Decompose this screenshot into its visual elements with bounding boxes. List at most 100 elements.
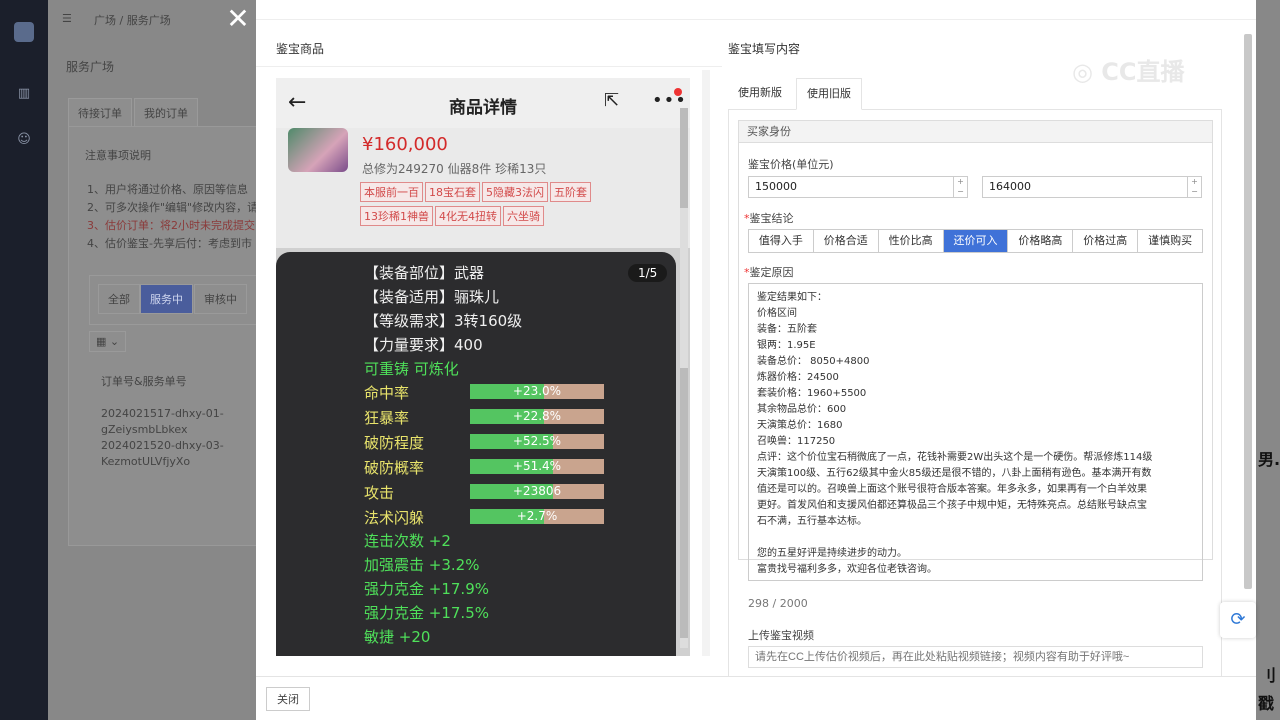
char-count: 298 / 2000 [748, 597, 808, 610]
buyer-group-title: 买家身份 [739, 121, 1212, 143]
reason-line: 套装价格：1960+5500 [757, 388, 867, 399]
stat-bar: +52.5% [470, 434, 604, 449]
stream-watermark: ◎ CC直播 [1072, 52, 1185, 87]
attr-line: 可重铸 可炼化 [364, 360, 459, 378]
tab-pending-orders: 待接订单 [68, 98, 132, 128]
price-max-input[interactable]: 164000 + − [982, 176, 1202, 198]
stat-label: 狂暴率 [364, 409, 410, 427]
refresh-float-icon[interactable]: ⟳ [1220, 602, 1256, 638]
stat-bar: +23.0% [470, 384, 604, 399]
stat-label: 破防程度 [364, 434, 425, 452]
conclusion-selector: 值得入手 价格合适 性价比高 还价可入 价格略高 价格过高 谨慎购买 [748, 229, 1203, 253]
reason-line: 天演策总价：1680 [757, 420, 843, 431]
stat-bar: +51.4% [470, 459, 604, 474]
scroll-thumb[interactable] [680, 368, 688, 638]
stat-value: +23806 [512, 484, 562, 498]
item-image-viewer[interactable]: 1/5 【装备部位】武器 【装备适用】骊珠儿 【等级需求】3转160级 【力量要… [276, 252, 676, 656]
tab-old-version[interactable]: 使用旧版 [796, 78, 862, 110]
edge-text: 戳 [1258, 694, 1275, 713]
stat-value: +52.5% [512, 434, 562, 448]
extra-stat: 强力克金 +17.5% [364, 604, 489, 622]
reason-textarea[interactable]: 鉴定结果如下： 价格区间 装备：五阶套 银两：1.95E 装备总价： 8050+… [748, 283, 1203, 581]
image-counter: 1/5 [628, 264, 668, 282]
reason-line: 更好。首发风伯和支援风伯都还算极品三个孩子中规中矩，无特殊亮点。总结账号缺点宝 [757, 500, 1147, 511]
stat-value: +51.4% [512, 459, 562, 473]
tab-new-version[interactable]: 使用新版 [728, 78, 792, 110]
product-price: ¥160,000 [362, 134, 448, 155]
building-icon[interactable]: ▥ [16, 86, 32, 102]
attr-line: 【等级需求】3转160级 [364, 312, 523, 330]
attr-line: 【装备部位】武器 [364, 264, 485, 282]
left-column-scrollbar[interactable] [702, 70, 710, 656]
reason-line: 石不满，五行基本达标。 [757, 516, 867, 527]
conclusion-option[interactable]: 值得入手 [749, 230, 814, 252]
filter-all: 全部 [98, 284, 140, 314]
product-tag: 5隐藏3法闪 [482, 182, 548, 202]
note-line: 1、用户将通过价格、原因等信息 [87, 183, 248, 196]
product-summary: 总修为249270 仙器8件 珍稀13只 [362, 162, 547, 176]
conclusion-option[interactable]: 价格过高 [1073, 230, 1139, 252]
share-icon[interactable]: ⇱ [604, 90, 619, 111]
breadcrumb-item: 服务广场 [126, 14, 171, 27]
menu-toggle-icon: ☰ [62, 12, 72, 25]
price-min-value: 150000 [755, 180, 797, 193]
reason-line: 炼器价格：24500 [757, 372, 839, 383]
app-logo[interactable] [14, 22, 34, 42]
reason-line [757, 530, 1194, 546]
stat-label: 法术闪躲 [364, 509, 425, 527]
extra-stat: 敏捷 +20 [364, 628, 431, 646]
order-id: 2024021520-dhxy-03- [101, 439, 224, 452]
scroll-thumb[interactable] [680, 108, 688, 208]
notes-title: 注意事项说明 [85, 149, 151, 162]
price-min-stepper[interactable]: + − [953, 177, 967, 197]
video-label: 上传鉴宝视频 [748, 629, 814, 642]
table-header: 订单号&服务单号 [101, 375, 187, 388]
phone-header: ← 商品详情 ⇱ ••• [276, 78, 690, 128]
reason-line: 富贵找号福利多多，欢迎各位老铁咨询。 [757, 564, 937, 575]
character-avatar [288, 128, 348, 172]
conclusion-label: *鉴宝结论 [744, 212, 794, 225]
price-max-value: 164000 [989, 180, 1031, 193]
preview-scrollbar[interactable] [680, 108, 688, 648]
user-icon[interactable]: ☺ [16, 132, 32, 148]
stat-label: 破防概率 [364, 459, 425, 477]
price-min-input[interactable]: 150000 + − [748, 176, 968, 198]
product-detail-title: 商品详情 [449, 98, 517, 118]
reason-line: 价格区间 [757, 308, 797, 319]
appraisal-drawer: 鉴宝商品 鉴宝填写内容 ← 商品详情 ⇱ ••• ¥160,000 总修为249… [256, 0, 1256, 720]
product-tag: 4化无4扭转 [435, 206, 501, 226]
edge-text: 刂 [1260, 666, 1277, 685]
conclusion-option[interactable]: 谨慎购买 [1138, 230, 1202, 252]
extra-stat: 强力克金 +17.9% [364, 580, 489, 598]
conclusion-option[interactable]: 性价比高 [879, 230, 944, 252]
conclusion-option[interactable]: 价格合适 [814, 230, 879, 252]
reason-line: 装备总价： 8050+4800 [757, 356, 870, 367]
reason-line: 召唤兽：117250 [757, 436, 836, 447]
order-id: KezmotULVfjyXo [101, 455, 191, 468]
close-button[interactable]: 关闭 [266, 687, 310, 711]
video-link-input[interactable] [748, 646, 1203, 668]
conclusion-option-selected[interactable]: 还价可入 [943, 230, 1009, 252]
price-label: 鉴宝价格(单位元) [748, 158, 834, 171]
reason-label: *鉴定原因 [744, 266, 794, 279]
reason-line: 装备：五阶套 [757, 324, 817, 335]
filter-box: 全部 服务中 审核中 [89, 275, 269, 325]
extra-stat: 加强震击 +3.2% [364, 556, 480, 574]
notes-panel: 注意事项说明 1、用户将通过价格、原因等信息 2、可多次操作"编辑"修改内容，请… [68, 126, 269, 546]
conclusion-option[interactable]: 价格略高 [1008, 230, 1074, 252]
form-scrollbar[interactable] [1244, 34, 1252, 589]
note-line: 3、估价订单：将2小时未完成提交 [87, 219, 255, 232]
order-id: 2024021517-dhxy-01- [101, 407, 224, 420]
product-tag: 六坐骑 [503, 206, 544, 226]
note-line: 2、可多次操作"编辑"修改内容，请 [87, 201, 259, 214]
drawer-close-icon[interactable]: ✕ [224, 4, 252, 34]
product-tag: 13珍稀1神兽 [360, 206, 433, 226]
stat-value: +23.0% [512, 384, 562, 398]
price-max-stepper[interactable]: + − [1187, 177, 1201, 197]
notification-dot [674, 88, 682, 96]
attr-line: 【装备适用】骊珠儿 [364, 288, 500, 306]
breadcrumb-item: 广场 [94, 14, 116, 27]
watermark-logo-icon: ◎ [1072, 58, 1102, 86]
reason-line: 您的五星好评是持续进步的动力。 [757, 548, 907, 559]
reason-line: 点评：这个价位宝石稍微底了一点，花钱补需要2W出头这个是一个硬伤。帮派修炼114… [757, 452, 1153, 463]
